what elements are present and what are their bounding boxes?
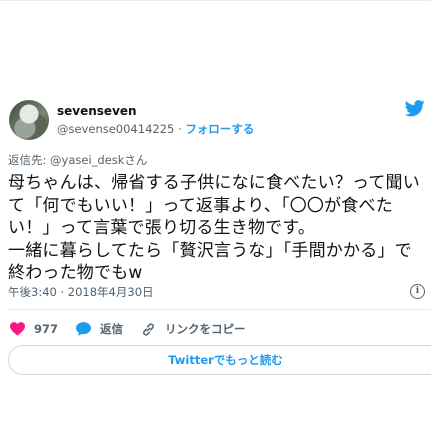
reply-bubble-icon	[76, 322, 92, 336]
tweet-line: い！」って言葉で張り切る生き物です。	[8, 218, 316, 238]
twitter-bird-icon[interactable]	[405, 100, 425, 117]
reply-button[interactable]: 返信	[76, 321, 123, 337]
handle-line: @sevense00414225 · フォローする	[57, 121, 254, 137]
link-icon	[143, 322, 154, 336]
avatar[interactable]	[9, 100, 49, 140]
embedded-tweet-card: sevenseven @sevense00414225 · フォローする 返信先…	[0, 90, 431, 395]
tweet-line: 終わった物でもw	[8, 263, 143, 283]
reply-label: 返信	[100, 322, 124, 336]
copy-link-button[interactable]: リンクをコピー	[141, 321, 246, 337]
heart-icon	[10, 322, 25, 336]
tweet-line: 一緒に暮らしてたら「贅沢言うな」「手間かかる」で	[8, 240, 412, 261]
separator: ·	[178, 122, 182, 136]
copy-link-label: リンクをコピー	[165, 322, 246, 336]
action-bar: 977 返信 リンクをコピー	[10, 320, 264, 338]
info-icon[interactable]: i	[410, 284, 425, 299]
divider	[8, 309, 431, 310]
like-button[interactable]: 977	[10, 322, 58, 336]
timestamp[interactable]: 午後3:40 · 2018年4月30日	[8, 284, 154, 300]
read-more-button[interactable]: Twitterでもっと読む	[8, 345, 431, 375]
tweet-body: 母ちゃんは、帰省する子供になに食べたい？って聞い て「何でもいい！」って返事より…	[8, 172, 431, 285]
tweet-line: て「何でもいい！」って返事より、「〇〇が食べた	[8, 195, 393, 216]
display-name[interactable]: sevenseven	[57, 104, 137, 118]
follow-button[interactable]: フォローする	[185, 122, 254, 136]
top-divider	[0, 0, 431, 1]
like-count: 977	[34, 322, 59, 336]
tweet-line: 母ちゃんは、帰省する子供になに食べたい？って聞い	[8, 173, 420, 193]
user-handle[interactable]: @sevense00414225	[57, 122, 174, 136]
reply-to-line: 返信先: @yasei_deskさん	[8, 153, 148, 167]
